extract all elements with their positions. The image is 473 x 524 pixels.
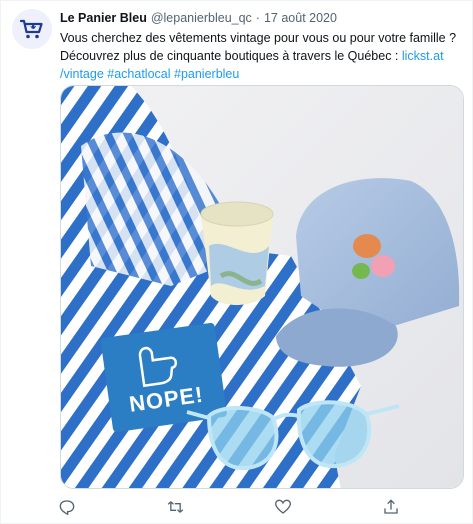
hashtag-achatlocal[interactable]: #achatlocal xyxy=(107,67,170,81)
hashtag-panierbleu[interactable]: #panierbleu xyxy=(174,67,239,81)
tweet-actions xyxy=(59,497,464,517)
share-button[interactable] xyxy=(380,497,402,517)
tweet-body: Vous cherchez des vêtements vintage pour… xyxy=(60,31,457,63)
reply-button[interactable] xyxy=(56,497,78,517)
avatar[interactable] xyxy=(12,9,52,49)
share-icon xyxy=(384,499,398,514)
shopping-cart-fleur-de-lis-icon xyxy=(20,19,43,39)
reply-icon xyxy=(59,500,75,515)
author-display-name[interactable]: Le Panier Bleu xyxy=(60,11,147,25)
tweet-header: Le Panier Bleu @lepanierbleu_qc · 17 aoû… xyxy=(60,8,460,28)
retweet-button[interactable] xyxy=(164,497,186,517)
heart-icon xyxy=(275,499,291,514)
like-button[interactable] xyxy=(272,497,294,517)
tweet-photo[interactable]: NOPE! xyxy=(60,85,464,489)
separator-dot: · xyxy=(255,11,260,25)
link-vintage[interactable]: /vintage xyxy=(60,67,104,81)
tweet-text: Vous cherchez des vêtements vintage pour… xyxy=(60,29,464,83)
retweet-icon xyxy=(167,501,183,513)
author-handle[interactable]: @lepanierbleu_qc xyxy=(151,11,252,25)
tweet-date[interactable]: 17 août 2020 xyxy=(264,11,337,25)
link-lickst[interactable]: lickst.at xyxy=(402,49,444,63)
tweet-card[interactable]: Le Panier Bleu @lepanierbleu_qc · 17 aoû… xyxy=(0,0,473,524)
